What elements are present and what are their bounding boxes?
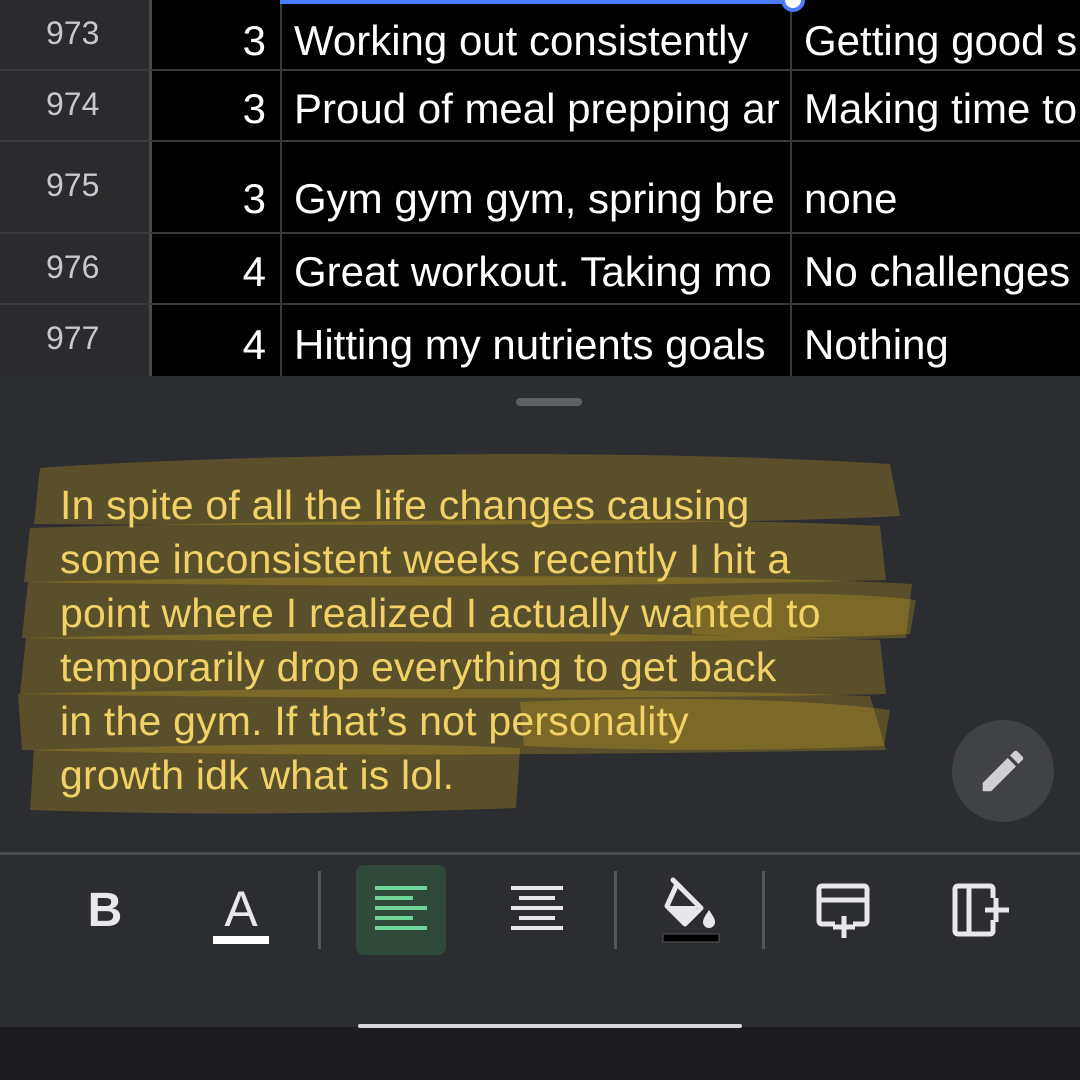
cell-editor-text[interactable]: In spite of all the life changes causing…	[60, 478, 940, 802]
text-cell[interactable]: No challenges	[794, 234, 1080, 303]
align-left-icon	[375, 886, 427, 930]
insert-column-icon	[952, 883, 1009, 937]
system-bottom-bar	[0, 1027, 1080, 1080]
editor-line: growth idk what is lol.	[60, 752, 455, 798]
selection-border	[280, 0, 794, 4]
text-cell[interactable]: Great workout. Taking mo	[284, 234, 792, 303]
table-row[interactable]: 976 4 Great workout. Taking mo No challe…	[0, 234, 1080, 305]
insert-row-button[interactable]	[800, 865, 890, 955]
svg-text:A: A	[224, 881, 258, 937]
cell-editor-sheet: In spite of all the life changes causing…	[0, 376, 1080, 852]
text-cell[interactable]: Making time to	[794, 71, 1080, 140]
rating-cell[interactable]: 3	[154, 0, 282, 69]
text-cell[interactable]: Working out consistently	[284, 0, 792, 69]
toolbar-separator	[614, 871, 617, 949]
text-cell[interactable]: Proud of meal prepping ar	[284, 71, 792, 140]
align-center-icon	[511, 886, 563, 930]
edit-fab-button[interactable]	[952, 720, 1054, 822]
fill-color-button[interactable]	[646, 865, 736, 955]
table-row[interactable]: 977 4 Hitting my nutrients goals Nothing	[0, 305, 1080, 376]
text-cell[interactable]: Nothing	[794, 305, 1080, 376]
editor-line: in the gym. If that’s not personality	[60, 698, 689, 744]
fill-color-icon	[662, 877, 720, 943]
bold-button[interactable]: B	[60, 865, 150, 955]
pencil-icon	[982, 750, 1024, 792]
rating-cell[interactable]: 3	[154, 142, 282, 232]
editor-line: temporarily drop everything to get back	[60, 644, 777, 690]
text-cell[interactable]: Getting good s	[794, 0, 1080, 69]
text-cell[interactable]: Hitting my nutrients goals	[284, 305, 792, 376]
table-row[interactable]: 974 3 Proud of meal prepping ar Making t…	[0, 71, 1080, 142]
text-color-button[interactable]: A	[196, 865, 286, 955]
table-row[interactable]: 973 3 Working out consistently Getting g…	[0, 0, 1080, 71]
table-row[interactable]: 975 3 Gym gym gym, spring bre none	[0, 142, 1080, 234]
row-header[interactable]: 973	[0, 0, 152, 69]
rating-cell[interactable]: 4	[154, 305, 282, 376]
row-header[interactable]: 974	[0, 71, 152, 140]
align-center-button[interactable]	[492, 865, 582, 955]
editor-line: In spite of all the life changes causing	[60, 482, 750, 528]
rating-cell[interactable]: 3	[154, 71, 282, 140]
insert-row-icon	[816, 883, 870, 938]
align-left-button[interactable]	[356, 865, 446, 955]
format-toolbar: B A	[0, 855, 1080, 1027]
spreadsheet-grid[interactable]: 973 3 Working out consistently Getting g…	[0, 0, 1080, 376]
toolbar-separator	[762, 871, 765, 949]
text-cell[interactable]: none	[794, 142, 1080, 232]
row-header[interactable]: 976	[0, 234, 152, 303]
text-cell[interactable]: Gym gym gym, spring bre	[284, 142, 792, 232]
bold-icon: B	[87, 883, 123, 937]
home-indicator[interactable]	[358, 1024, 742, 1028]
insert-column-button[interactable]	[936, 865, 1026, 955]
row-header[interactable]: 975	[0, 142, 152, 232]
row-header[interactable]: 977	[0, 305, 152, 376]
text-color-icon: A	[213, 881, 269, 944]
rating-cell[interactable]: 4	[154, 234, 282, 303]
editor-line: some inconsistent weeks recently I hit a	[60, 536, 791, 582]
toolbar-separator	[318, 871, 321, 949]
editor-line: point where I realized I actually wanted…	[60, 590, 821, 636]
